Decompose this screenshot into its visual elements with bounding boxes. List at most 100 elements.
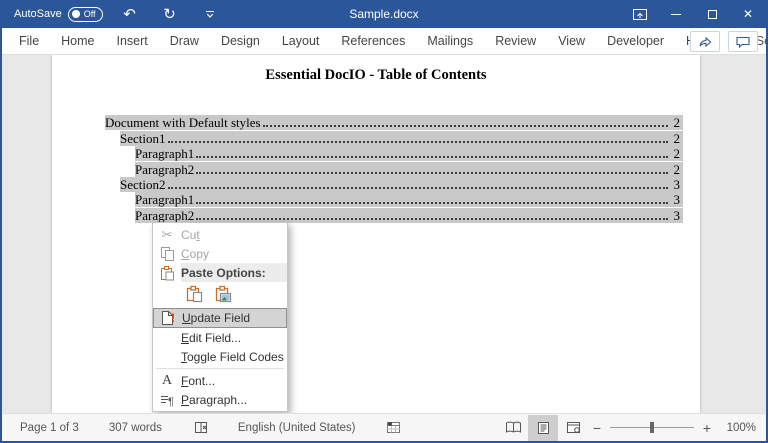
toc-entry[interactable]: Paragraph23 bbox=[105, 207, 683, 222]
toc-selection-highlight: Paragraph1 2 bbox=[135, 146, 683, 161]
tab-design[interactable]: Design bbox=[210, 29, 271, 53]
toc-entry-text: Document with Default styles bbox=[105, 115, 261, 130]
proofing-errors-icon bbox=[194, 421, 210, 435]
tab-draw[interactable]: Draw bbox=[159, 29, 210, 53]
toc-entry[interactable]: Document with Default styles 2 bbox=[105, 115, 683, 130]
menu-item-label: Update Field bbox=[182, 311, 250, 325]
page-indicator[interactable]: Page 1 of 3 bbox=[16, 415, 83, 441]
maximize-button[interactable] bbox=[694, 0, 730, 28]
minimize-icon bbox=[671, 14, 681, 15]
toc-entry[interactable]: Section2 3 bbox=[105, 177, 683, 192]
close-button[interactable]: ✕ bbox=[730, 0, 766, 28]
dot-leader bbox=[168, 141, 669, 143]
toc-entry[interactable]: Paragraph22 bbox=[105, 161, 683, 176]
tab-mailings[interactable]: Mailings bbox=[416, 29, 484, 53]
tab-home[interactable]: Home bbox=[50, 29, 105, 53]
toc-page-number: 3 bbox=[670, 177, 680, 192]
paste-options-header: Paste Options: bbox=[153, 263, 287, 282]
toc-selection-highlight: Paragraph13 bbox=[135, 192, 683, 207]
comments-button[interactable] bbox=[728, 31, 758, 52]
proofing-status-button[interactable] bbox=[190, 415, 214, 441]
maximize-icon bbox=[708, 10, 717, 19]
menu-separator bbox=[156, 368, 284, 369]
ribbon-display-options-button[interactable] bbox=[622, 0, 658, 28]
toc-selection-highlight: Paragraph23 bbox=[135, 208, 683, 223]
menu-item-paragraph[interactable]: ¶ Paragraph... bbox=[153, 390, 287, 409]
zoom-in-icon: + bbox=[703, 420, 711, 436]
macro-record-button[interactable] bbox=[382, 415, 405, 441]
tab-view[interactable]: View bbox=[547, 29, 596, 53]
dot-leader bbox=[196, 172, 668, 174]
menu-item-label: Cut bbox=[181, 228, 200, 242]
menu-item-label: Paragraph... bbox=[181, 393, 247, 407]
title-bar: AutoSave Off ↶ ↻ Sample.docx bbox=[2, 0, 766, 28]
menu-item-label: Paste Options: bbox=[181, 263, 287, 282]
menu-item-toggle-field-codes[interactable]: Toggle Field Codes bbox=[153, 347, 287, 366]
paste-picture-button[interactable] bbox=[211, 283, 235, 307]
menu-item-label: Font... bbox=[181, 374, 215, 388]
autosave-toggle[interactable]: AutoSave Off bbox=[14, 7, 103, 22]
menu-item-label: Toggle Field Codes bbox=[181, 350, 284, 364]
tab-file[interactable]: File bbox=[8, 29, 50, 53]
paste-picture-icon bbox=[215, 285, 232, 306]
toc-page-number: 3 bbox=[670, 208, 680, 223]
ribbon-display-options-icon bbox=[633, 9, 647, 20]
read-mode-button[interactable] bbox=[498, 415, 528, 441]
web-layout-icon bbox=[566, 421, 581, 434]
zoom-in-button[interactable]: + bbox=[698, 420, 716, 436]
menu-item-update-field[interactable]: !Update Field bbox=[153, 308, 287, 328]
minimize-button[interactable] bbox=[658, 0, 694, 28]
zoom-out-icon: − bbox=[593, 420, 601, 436]
language-status-button[interactable]: English (United States) bbox=[234, 415, 360, 441]
document-page[interactable]: Essential DocIO - Table of Contents Docu… bbox=[52, 55, 700, 413]
tab-layout[interactable]: Layout bbox=[271, 29, 331, 53]
read-mode-icon bbox=[505, 421, 522, 434]
paste-keep-text-only-button[interactable] bbox=[182, 283, 206, 307]
menu-item-edit-field[interactable]: Edit Field... bbox=[153, 328, 287, 347]
word-count[interactable]: 307 words bbox=[105, 415, 166, 441]
tab-references[interactable]: References bbox=[330, 29, 416, 53]
context-menu: ✂Cut Copy Paste Options: !Update FieldEdit … bbox=[152, 222, 288, 412]
share-button[interactable] bbox=[690, 31, 720, 52]
web-layout-button[interactable] bbox=[558, 415, 588, 441]
toc-page-number: 2 bbox=[670, 146, 680, 161]
toc-entry[interactable]: Paragraph1 2 bbox=[105, 146, 683, 161]
zoom-out-button[interactable]: − bbox=[588, 420, 606, 436]
menu-item-copy[interactable]: Copy bbox=[153, 244, 287, 263]
svg-text:¶: ¶ bbox=[168, 396, 174, 407]
menu-item-font[interactable]: AFont... bbox=[153, 371, 287, 390]
ribbon-tabs: FileHomeInsertDrawDesignLayoutReferences… bbox=[2, 29, 723, 53]
toc-entry-text: Paragraph1 bbox=[135, 192, 194, 207]
tab-insert[interactable]: Insert bbox=[106, 29, 159, 53]
toc-entry-text: Section1 bbox=[120, 131, 166, 146]
status-bar: Page 1 of 3 307 words English (United St… bbox=[2, 413, 766, 441]
paste-options-row bbox=[153, 282, 287, 308]
menu-item-cut[interactable]: ✂Cut bbox=[153, 225, 287, 244]
toc-entry[interactable]: Section12 bbox=[105, 130, 683, 145]
share-icon bbox=[698, 35, 712, 48]
zoom-slider-handle[interactable] bbox=[650, 422, 654, 433]
scissors-icon: ✂ bbox=[153, 227, 181, 243]
menu-item-label: Copy bbox=[181, 247, 209, 261]
toc-entry-text: Section2 bbox=[120, 177, 166, 192]
toc-entry[interactable]: Paragraph13 bbox=[105, 192, 683, 207]
zoom-slider[interactable] bbox=[610, 427, 694, 428]
toc-page-number: 2 bbox=[670, 115, 680, 130]
undo-button[interactable]: ↶ bbox=[117, 3, 143, 25]
qat-customize-button[interactable] bbox=[197, 3, 223, 25]
print-layout-icon bbox=[537, 421, 550, 435]
font-icon: A bbox=[153, 373, 181, 389]
autosave-label: AutoSave bbox=[14, 8, 62, 20]
toggle-dot-icon bbox=[72, 10, 80, 18]
zoom-level[interactable]: 100% bbox=[716, 422, 756, 434]
copy-icon bbox=[153, 246, 181, 261]
dot-leader bbox=[168, 187, 669, 189]
paste-icon bbox=[153, 265, 181, 281]
paste-text-icon bbox=[186, 285, 203, 306]
redo-button[interactable]: ↻ bbox=[157, 3, 183, 25]
print-layout-button[interactable] bbox=[528, 415, 558, 441]
tab-developer[interactable]: Developer bbox=[596, 29, 675, 53]
toc-selection-highlight: Document with Default styles 2 bbox=[105, 115, 683, 130]
tab-review[interactable]: Review bbox=[484, 29, 547, 53]
toc-entry-text: Paragraph1 bbox=[135, 146, 194, 161]
